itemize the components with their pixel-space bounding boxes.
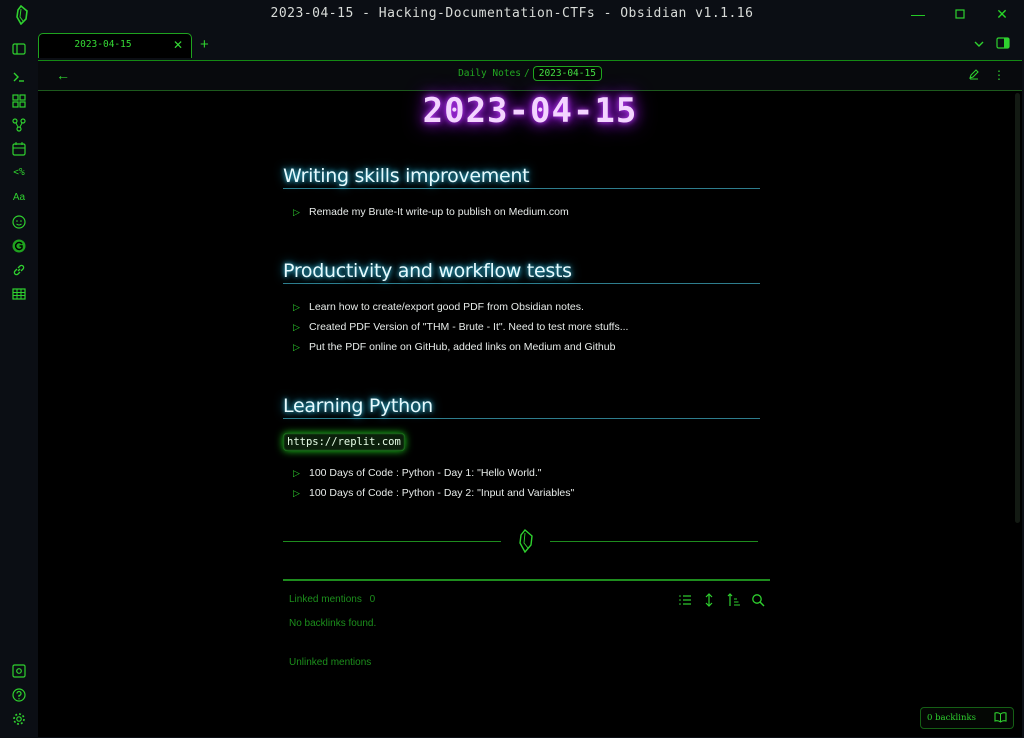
heading-writing-skills: Writing skills improvement <box>283 165 760 189</box>
maximize-icon[interactable] <box>952 6 968 22</box>
backlinks-count: 0 backlinks <box>927 713 976 723</box>
table-icon[interactable] <box>11 286 27 302</box>
link-icon[interactable] <box>11 262 27 278</box>
plus-icon[interactable]: + <box>200 36 209 53</box>
breadcrumb: Daily Notes/2023-04-15 <box>38 66 1022 81</box>
more-options-icon[interactable]: ⋮ <box>993 68 1005 82</box>
chevron-down-icon[interactable] <box>973 38 985 53</box>
emoji-icon[interactable] <box>11 214 27 230</box>
sidebar-right-icon[interactable] <box>996 37 1010 53</box>
vault-switch-icon[interactable] <box>11 663 27 679</box>
breadcrumb-note[interactable]: 2023-04-15 <box>532 66 602 81</box>
backlinks-separator <box>283 579 770 581</box>
bullet-icon: ▷ <box>293 342 300 352</box>
font-icon[interactable]: Aa <box>11 190 27 206</box>
linked-mentions-count: 0 <box>369 594 376 605</box>
list-item-text: Remade my Brute-It write-up to publish o… <box>309 206 569 218</box>
command-palette-icon[interactable] <box>11 93 27 109</box>
title-bar: 2023-04-15 - Hacking-Documentation-CTFs … <box>0 0 1024 30</box>
note-title: 2023-04-15 <box>422 91 638 131</box>
list-item: ▷ 100 Days of Code : Python - Day 1: "Hel… <box>293 467 542 479</box>
tab-close-icon[interactable]: ✕ <box>173 38 183 52</box>
linked-mentions-header[interactable]: Linked mentions 0 <box>289 594 375 605</box>
divider-left <box>283 541 501 542</box>
list-icon[interactable] <box>678 593 692 607</box>
list-item: ▷ Remade my Brute-It write-up to publish … <box>293 206 569 218</box>
list-item-text: Learn how to create/export good PDF from… <box>309 301 584 313</box>
list-item-text: 100 Days of Code : Python - Day 2: "Inpu… <box>309 487 575 499</box>
linked-mentions-label: Linked mentions <box>289 594 362 605</box>
left-ribbon: <% Aa <box>0 30 38 738</box>
bullet-icon: ▷ <box>293 302 300 312</box>
templater-icon[interactable]: <% <box>11 165 27 181</box>
heading-productivity: Productivity and workflow tests <box>283 260 760 284</box>
view-header: ← Daily Notes/2023-04-15 ⋮ <box>38 61 1022 91</box>
editor-pane: ← Daily Notes/2023-04-15 ⋮ 2023-04-15 Wr… <box>38 60 1022 737</box>
tab-active-note[interactable]: 2023-04-15 ✕ <box>38 33 192 58</box>
breadcrumb-separator: / <box>523 68 530 79</box>
list-item-text: 100 Days of Code : Python - Day 1: "Hell… <box>309 467 542 479</box>
book-open-icon <box>994 711 1007 726</box>
window-title: 2023-04-15 - Hacking-Documentation-CTFs … <box>270 6 754 21</box>
bullet-icon: ▷ <box>293 488 300 498</box>
graph-icon[interactable] <box>11 117 27 133</box>
edit-icon[interactable] <box>968 68 980 83</box>
calendar-icon[interactable] <box>11 141 27 157</box>
status-bar-backlinks[interactable]: 0 backlinks <box>920 707 1014 729</box>
bullet-icon: ▷ <box>293 207 300 217</box>
unlinked-mentions-header[interactable]: Unlinked mentions <box>289 657 371 668</box>
help-icon[interactable] <box>11 687 27 703</box>
divider-right <box>550 541 758 542</box>
sort-collapse-icon[interactable] <box>702 593 716 607</box>
search-icon[interactable] <box>751 593 765 607</box>
close-icon[interactable]: ✕ <box>994 6 1010 22</box>
list-item: ▷ Created PDF Version of "THM - Brute - I… <box>293 321 628 333</box>
bullet-icon: ▷ <box>293 468 300 478</box>
replit-link[interactable]: https://replit.com <box>283 433 405 451</box>
heading-learning-python: Learning Python <box>283 395 760 419</box>
list-item: ▷ Learn how to create/export good PDF fro… <box>293 301 584 313</box>
no-backlinks-text: No backlinks found. <box>289 618 377 629</box>
list-item: ▷ 100 Days of Code : Python - Day 2: "Inp… <box>293 487 574 499</box>
bullet-icon: ▷ <box>293 322 300 332</box>
settings-icon[interactable] <box>11 711 27 727</box>
grammarly-icon[interactable] <box>11 238 27 254</box>
obsidian-divider-icon <box>519 529 533 553</box>
tab-bar: 2023-04-15 ✕ + <box>38 30 1024 60</box>
list-item-text: Put the PDF online on GitHub, added link… <box>309 341 616 353</box>
sort-order-icon[interactable] <box>727 593 741 607</box>
breadcrumb-folder[interactable]: Daily Notes <box>458 68 521 79</box>
list-item-text: Created PDF Version of "THM - Brute - It… <box>309 321 629 333</box>
minimize-icon[interactable]: — <box>910 6 926 22</box>
scrollbar[interactable] <box>1015 93 1020 523</box>
list-item: ▷ Put the PDF online on GitHub, added lin… <box>293 341 615 353</box>
terminal-icon[interactable] <box>11 69 27 85</box>
sidebar-toggle-icon[interactable] <box>11 41 27 57</box>
tab-label: 2023-04-15 <box>74 39 132 50</box>
